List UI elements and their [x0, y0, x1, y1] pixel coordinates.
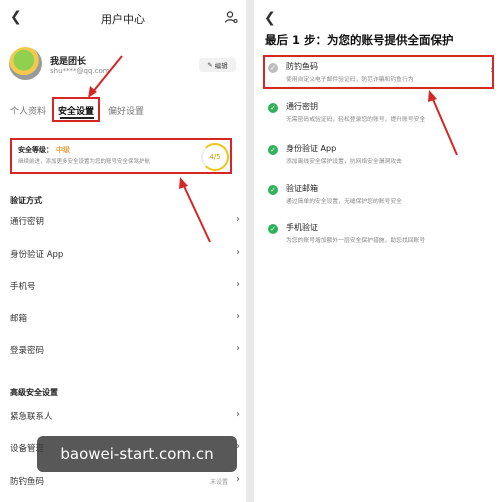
security-steps-panel: ❮ 最后 1 步：为您的账号提供全面保护 ✓ 防钓鱼码 使用自定义电子邮件验证码…	[254, 0, 500, 502]
annotation-arrows	[88, 55, 211, 243]
annotation-arrow	[428, 90, 458, 156]
user-center-panel: ❮ 用户中心 我是团长 shu****@qq.com ✎ 编辑 个人资料 安全设…	[0, 0, 246, 502]
